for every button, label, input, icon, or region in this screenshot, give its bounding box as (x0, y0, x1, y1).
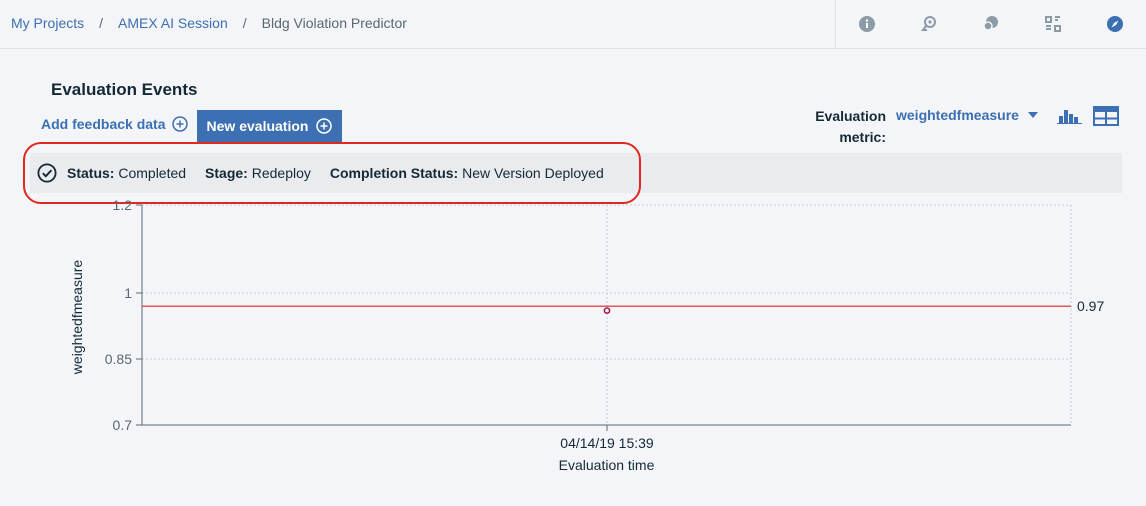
add-circle-icon (316, 118, 333, 134)
table-icon (1093, 106, 1119, 126)
y-tick-label: 0.85 (105, 351, 132, 367)
table-view-button[interactable] (1093, 106, 1119, 131)
new-evaluation-label: New evaluation (206, 118, 309, 134)
view-toggle (1057, 106, 1119, 131)
y-tick-label: 0.7 (113, 417, 133, 433)
breadcrumb-project[interactable]: AMEX AI Session (118, 15, 228, 31)
breadcrumb-separator: / (99, 15, 104, 31)
metric-label-line1: Evaluation (815, 108, 886, 124)
chat-button[interactable] (960, 0, 1022, 48)
status-key: Status: (67, 165, 115, 181)
bar-chart-icon (1057, 110, 1082, 124)
breadcrumb-separator: / (242, 15, 247, 31)
new-evaluation-button[interactable]: New evaluation (197, 110, 342, 142)
add-feedback-button[interactable]: Add feedback data (41, 116, 189, 132)
add-circle-icon (172, 116, 189, 132)
metric-label: Evaluation metric: (800, 106, 886, 148)
checkmark-circle-icon (37, 163, 57, 183)
breadcrumb: My Projects / AMEX AI Session / Bldg Violati… (11, 15, 407, 31)
metric-value: weightedfmeasure (896, 107, 1019, 123)
compass-icon (1107, 16, 1123, 32)
scan-icon (1045, 16, 1061, 32)
threshold-label: 0.97 (1077, 298, 1104, 314)
info-icon (859, 16, 875, 32)
chevron-down-icon (1027, 112, 1038, 118)
completion-status-item: Completion Status: New Version Deployed (330, 165, 604, 181)
chart-view-button[interactable] (1057, 106, 1083, 131)
x-tick-label: 04/14/19 15:39 (560, 435, 654, 451)
reset-icon (921, 16, 936, 31)
stage-item: Stage: Redeploy (205, 165, 311, 181)
breadcrumb-current: Bldg Violation Predictor (261, 15, 407, 31)
metric-label-line2: metric: (839, 129, 886, 145)
data-point (603, 307, 611, 314)
stage-key: Stage: (205, 165, 248, 181)
completion-status-value: New Version Deployed (462, 165, 604, 181)
status-value: Completed (118, 165, 187, 181)
y-tick-label: 1 (124, 285, 132, 301)
add-feedback-label: Add feedback data (41, 116, 166, 132)
evaluation-chart: 1.2 1 0.85 0.7 04/14/19 15:39 0.97 Evaluation … (69, 197, 1104, 473)
status-bar: Status: Completed Stage: Redeploy Comple… (30, 153, 1122, 193)
metric-dropdown[interactable]: weightedfmeasure (896, 107, 1038, 123)
top-bar: My Projects / AMEX AI Session / Bldg Violati… (0, 0, 1146, 49)
stage-value: Redeploy (251, 165, 311, 181)
y-tick-label: 1.2 (113, 197, 133, 213)
completion-status-key: Completion Status: (329, 165, 459, 181)
reset-button[interactable] (898, 0, 960, 48)
chat-icon (983, 16, 998, 31)
scan-button[interactable] (1022, 0, 1084, 48)
info-button[interactable] (836, 0, 898, 48)
status-item: Status: Completed (67, 165, 186, 181)
x-axis-label: Evaluation time (559, 457, 655, 473)
page-title: Evaluation Events (51, 80, 198, 99)
compass-button[interactable] (1084, 0, 1146, 48)
y-axis-label: weightedfmeasure (69, 260, 85, 376)
breadcrumb-my-projects[interactable]: My Projects (11, 15, 84, 31)
toolbar (835, 0, 1146, 48)
